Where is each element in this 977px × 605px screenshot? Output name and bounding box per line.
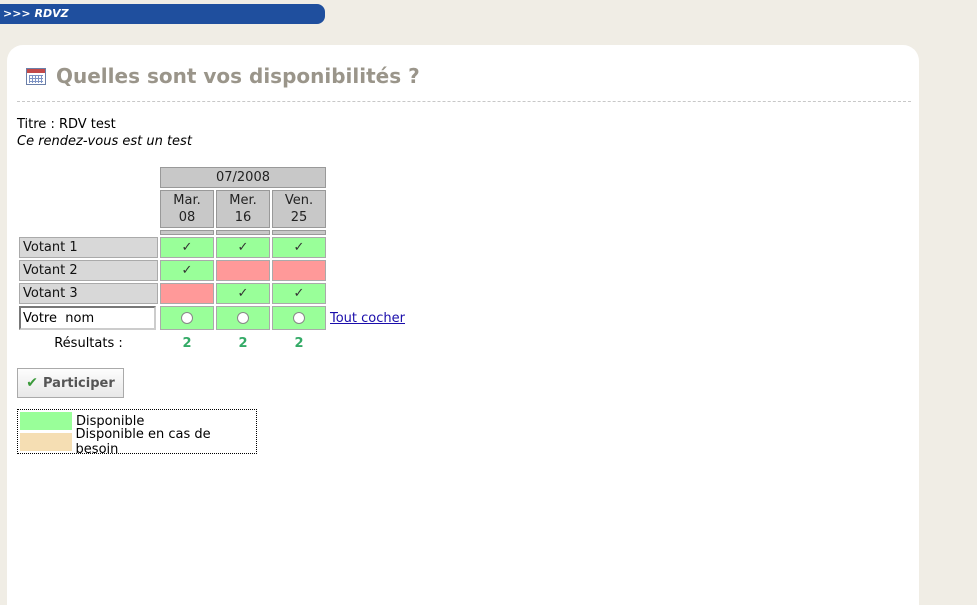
check-icon: ✓	[237, 240, 249, 255]
header-spacer	[272, 230, 326, 235]
check-icon: ✓	[181, 263, 193, 278]
day-number: 16	[234, 210, 252, 225]
check-icon: ✓	[237, 286, 249, 301]
vote-cell-yes: ✓	[216, 237, 270, 258]
participer-label: Participer	[43, 375, 115, 391]
app-title: >>> RDVZ	[3, 7, 69, 20]
result-count: 2	[294, 335, 304, 351]
tout-cocher-link[interactable]: Tout cocher	[328, 306, 405, 330]
page-title: Quelles sont vos disponibilités ?	[56, 64, 420, 88]
check-icon: ✓	[293, 286, 305, 301]
availability-table: 07/2008 Mar. 08 Mer. 16 Ven. 25 Votant 1 ✓ …	[17, 165, 407, 356]
day-weekday: Mar.	[173, 193, 201, 208]
vote-cell-no	[160, 283, 214, 304]
event-title: Titre : RDV test	[17, 117, 116, 132]
voter-row: Votant 1 ✓ ✓ ✓	[19, 237, 405, 258]
check-icon: ✔	[26, 375, 38, 391]
check-icon: ✓	[293, 240, 305, 255]
vote-radio[interactable]	[293, 312, 305, 324]
name-cell	[19, 306, 158, 330]
results-row: Résultats : 2 2 2	[19, 332, 405, 354]
vote-cell-no	[272, 260, 326, 281]
vote-radio-cell[interactable]	[216, 306, 270, 330]
new-vote-row: Tout cocher	[19, 306, 405, 330]
vote-cell-no	[216, 260, 270, 281]
voter-name: Votant 1	[19, 237, 158, 258]
day-number: 08	[178, 210, 196, 225]
legend-swatch	[20, 433, 72, 451]
legend-swatch	[20, 412, 72, 430]
vote-radio[interactable]	[237, 312, 249, 324]
voter-name-input[interactable]	[19, 306, 156, 330]
day-header: Mer. 16	[216, 190, 270, 228]
header-spacer	[160, 230, 214, 235]
day-header: Ven. 25	[272, 190, 326, 228]
main-panel: Quelles sont vos disponibilités ? Titre …	[7, 45, 919, 605]
vote-cell-yes: ✓	[160, 237, 214, 258]
day-weekday: Ven.	[284, 193, 314, 208]
vote-radio[interactable]	[181, 312, 193, 324]
month-header: 07/2008	[160, 167, 326, 188]
event-description: Ce rendez-vous est un test	[17, 134, 192, 149]
voter-row: Votant 3 ✓ ✓	[19, 283, 405, 304]
legend-label: Disponible en cas de besoin	[75, 427, 211, 457]
page-heading: Quelles sont vos disponibilités ?	[26, 64, 420, 88]
app-title-bar: >>> RDVZ	[0, 4, 325, 24]
legend-item: Disponible en cas de besoin	[20, 427, 256, 457]
result-count: 2	[182, 335, 192, 351]
check-icon: ✓	[181, 240, 193, 255]
vote-radio-cell[interactable]	[272, 306, 326, 330]
results-label: Résultats :	[54, 335, 123, 351]
legend: Disponible Disponible en cas de besoin	[17, 409, 257, 457]
day-header: Mar. 08	[160, 190, 214, 228]
vote-radio-cell[interactable]	[160, 306, 214, 330]
vote-cell-yes: ✓	[160, 260, 214, 281]
voter-name: Votant 2	[19, 260, 158, 281]
vote-cell-yes: ✓	[272, 237, 326, 258]
vote-cell-yes: ✓	[216, 283, 270, 304]
voter-name: Votant 3	[19, 283, 158, 304]
day-number: 25	[290, 210, 308, 225]
voter-row: Votant 2 ✓	[19, 260, 405, 281]
header-spacer	[216, 230, 270, 235]
vote-cell-yes: ✓	[272, 283, 326, 304]
result-count: 2	[238, 335, 248, 351]
title-divider	[17, 101, 911, 102]
calendar-icon	[26, 67, 46, 85]
day-weekday: Mer.	[229, 193, 257, 208]
participer-button[interactable]: ✔ Participer	[17, 368, 124, 398]
